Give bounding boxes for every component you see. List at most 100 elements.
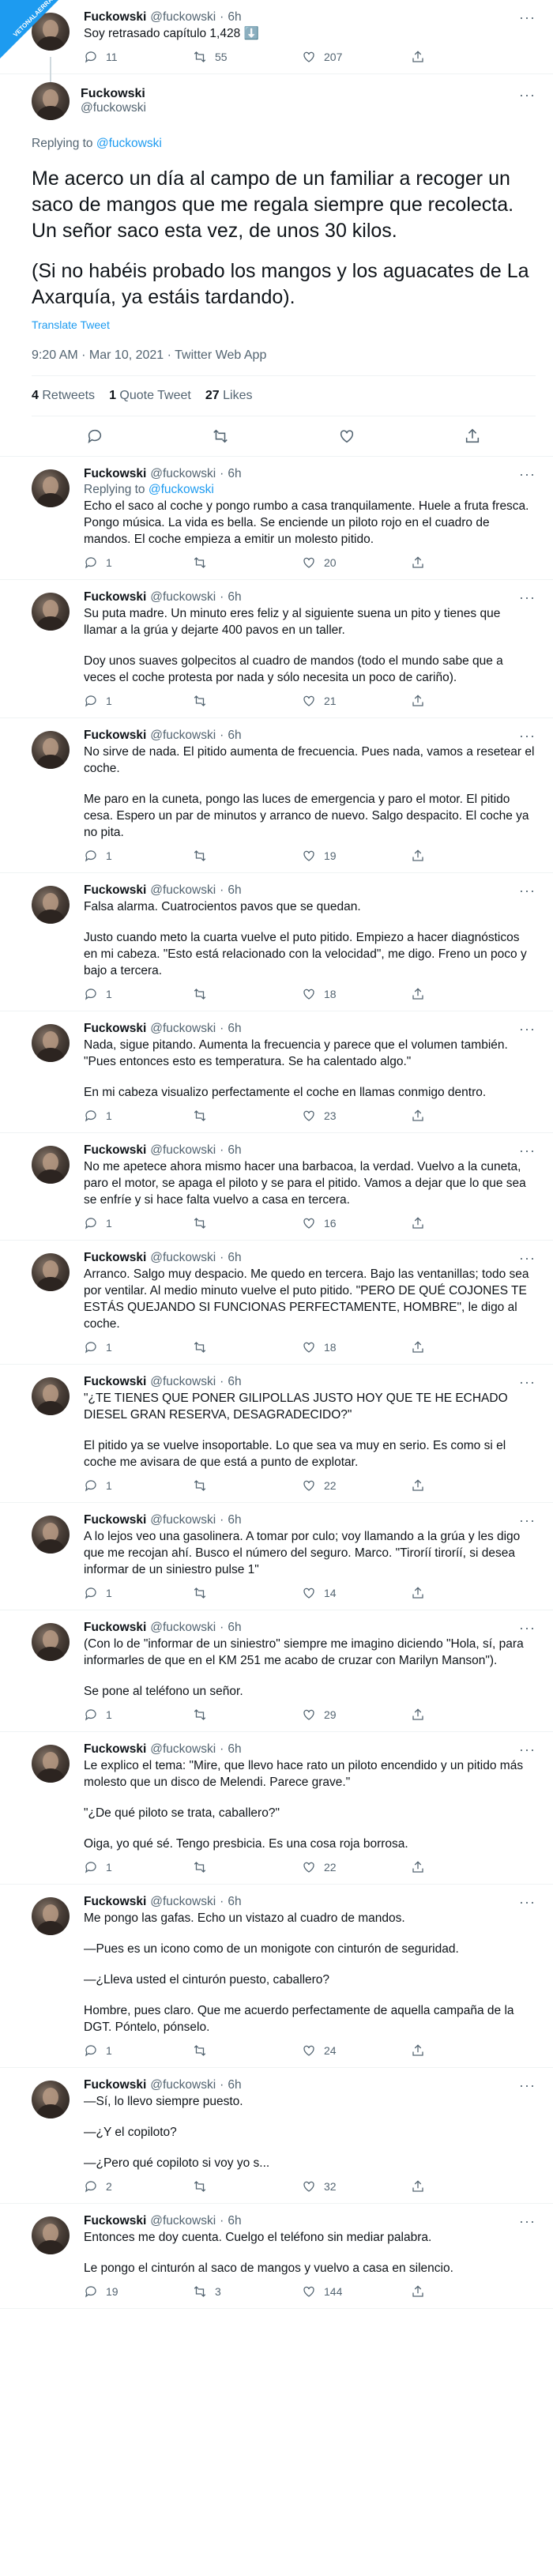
tweet-time[interactable]: 6h [228, 1894, 241, 1910]
reply-tweet[interactable]: Fuckowski @fuckowski · 6h ··· Me pongo l… [0, 1885, 553, 2068]
author-name[interactable]: Fuckowski [84, 1512, 146, 1528]
reply-button[interactable]: 11 [84, 50, 193, 64]
retweet-button[interactable] [193, 2043, 302, 2058]
like-button[interactable]: 144 [302, 2284, 411, 2299]
tweet-time[interactable]: 6h [228, 1620, 241, 1636]
like-button[interactable]: 23 [302, 1109, 411, 1123]
retweet-button[interactable] [193, 1708, 302, 1722]
reply-button[interactable]: 1 [84, 1216, 193, 1230]
tweet-time[interactable]: 6h [228, 1374, 241, 1390]
share-button[interactable] [411, 1586, 520, 1600]
reply-button[interactable]: 1 [84, 987, 193, 1001]
retweet-button[interactable] [193, 849, 302, 863]
like-button[interactable]: 18 [302, 987, 411, 1001]
author-name[interactable]: Fuckowski [84, 1894, 146, 1910]
author-name[interactable]: Fuckowski [84, 1374, 146, 1390]
more-icon[interactable]: ··· [519, 1512, 536, 1528]
more-icon[interactable]: ··· [519, 1021, 536, 1037]
reply-icon[interactable] [86, 427, 103, 445]
avatar[interactable] [32, 886, 70, 924]
replying-handle-link[interactable]: @fuckowski [149, 483, 214, 496]
quotes-stat[interactable]: 1 Quote Tweet [109, 389, 191, 403]
share-icon[interactable] [464, 427, 481, 445]
share-button[interactable] [411, 1860, 520, 1874]
retweets-stat[interactable]: 4 Retweets [32, 389, 95, 403]
tweet-time[interactable]: 6h [228, 2077, 241, 2093]
tweet-timestamp[interactable]: 9:20 AM · Mar 10, 2021 · Twitter Web App [32, 348, 536, 376]
more-icon[interactable]: ··· [519, 1894, 536, 1910]
author-handle[interactable]: @fuckowski [150, 1512, 216, 1528]
avatar[interactable] [32, 1897, 70, 1935]
reply-tweet[interactable]: Fuckowski @fuckowski · 6h ··· "¿TE TIENE… [0, 1365, 553, 1503]
reply-button[interactable]: 1 [84, 1340, 193, 1354]
author-name[interactable]: Fuckowski [84, 589, 146, 605]
heart-icon[interactable] [338, 427, 356, 445]
reply-tweet[interactable]: Fuckowski @fuckowski · 6h ··· A lo lejos… [0, 1503, 553, 1610]
retweet-button[interactable]: 3 [193, 2284, 302, 2299]
tweet-time[interactable]: 6h [228, 589, 241, 605]
author-name[interactable]: Fuckowski [84, 1143, 146, 1158]
more-icon[interactable]: ··· [519, 87, 536, 104]
reply-tweet[interactable]: Fuckowski @fuckowski · 6h ··· Falsa alar… [0, 873, 553, 1011]
retweet-button[interactable]: 55 [193, 50, 302, 64]
reply-tweet[interactable]: Fuckowski @fuckowski · 6h ··· Arranco. S… [0, 1241, 553, 1365]
like-button[interactable]: 207 [302, 50, 411, 64]
like-button[interactable]: 32 [302, 2179, 411, 2194]
reply-button[interactable]: 1 [84, 555, 193, 570]
retweet-button[interactable] [193, 987, 302, 1001]
retweet-button[interactable] [193, 1340, 302, 1354]
retweet-button[interactable] [193, 694, 302, 708]
share-button[interactable] [411, 1478, 520, 1493]
author-handle[interactable]: @fuckowski [150, 1250, 216, 1266]
reply-tweet[interactable]: Fuckowski @fuckowski · 6h ··· No me apet… [0, 1133, 553, 1241]
retweet-button[interactable] [193, 1478, 302, 1493]
reply-tweet[interactable]: Fuckowski @fuckowski · 6h ··· Entonces m… [0, 2204, 553, 2309]
tweet-time[interactable]: 6h [228, 1742, 241, 1757]
author-handle[interactable]: @fuckowski [150, 2077, 216, 2093]
author-handle[interactable]: @fuckowski [81, 101, 146, 115]
like-button[interactable]: 22 [302, 1478, 411, 1493]
reply-button[interactable]: 1 [84, 2043, 193, 2058]
retweet-button[interactable] [193, 1109, 302, 1123]
like-button[interactable]: 14 [302, 1586, 411, 1600]
author-name[interactable]: Fuckowski [84, 1250, 146, 1266]
retweet-button[interactable] [193, 1216, 302, 1230]
avatar[interactable] [32, 469, 70, 507]
replying-handle-link[interactable]: @fuckowski [96, 137, 162, 150]
author-name[interactable]: Fuckowski [84, 728, 146, 744]
like-button[interactable]: 19 [302, 849, 411, 863]
reply-button[interactable]: 1 [84, 1109, 193, 1123]
author-handle[interactable]: @fuckowski [150, 1894, 216, 1910]
avatar[interactable] [32, 1516, 70, 1554]
tweet-time[interactable]: 6h [228, 466, 241, 482]
author-name[interactable]: Fuckowski [84, 1021, 146, 1037]
like-button[interactable]: 20 [302, 555, 411, 570]
author-handle[interactable]: @fuckowski [150, 1374, 216, 1390]
reply-button[interactable]: 2 [84, 2179, 193, 2194]
retweet-icon[interactable] [212, 427, 229, 445]
author-name[interactable]: Fuckowski [84, 466, 146, 482]
tweet-time[interactable]: 6h [228, 1021, 241, 1037]
likes-stat[interactable]: 27 Likes [205, 389, 253, 403]
share-button[interactable] [411, 1109, 520, 1123]
retweet-button[interactable] [193, 555, 302, 570]
author-handle[interactable]: @fuckowski [150, 1143, 216, 1158]
translate-link[interactable]: Translate Tweet [32, 318, 536, 331]
retweet-button[interactable] [193, 2179, 302, 2194]
tweet-time[interactable]: 6h [228, 2213, 241, 2229]
more-icon[interactable]: ··· [519, 9, 536, 25]
more-icon[interactable]: ··· [519, 589, 536, 605]
avatar[interactable] [32, 1253, 70, 1291]
share-button[interactable] [411, 1708, 520, 1722]
reply-button[interactable]: 1 [84, 1586, 193, 1600]
reply-button[interactable]: 19 [84, 2284, 193, 2299]
author-name[interactable]: Fuckowski [84, 1742, 146, 1757]
like-button[interactable]: 24 [302, 2043, 411, 2058]
avatar[interactable] [32, 1146, 70, 1184]
reply-button[interactable]: 1 [84, 1860, 193, 1874]
author-handle[interactable]: @fuckowski [150, 2213, 216, 2229]
like-button[interactable]: 18 [302, 1340, 411, 1354]
author-handle[interactable]: @fuckowski [150, 1742, 216, 1757]
retweet-button[interactable] [193, 1860, 302, 1874]
reply-tweet[interactable]: Fuckowski @fuckowski · 6h ··· Nada, sigu… [0, 1011, 553, 1133]
